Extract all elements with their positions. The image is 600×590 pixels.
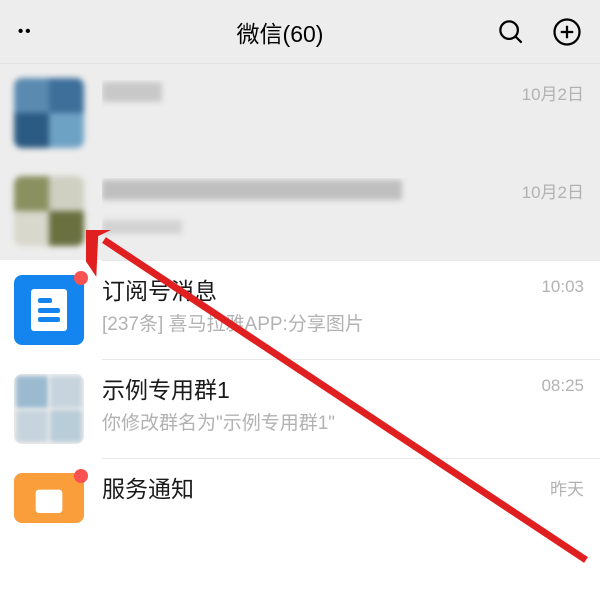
avatar: [14, 473, 84, 523]
unread-badge: [74, 271, 88, 285]
chat-name: 订阅号消息: [102, 277, 531, 307]
chat-time: 昨天: [550, 475, 584, 500]
chat-name: 服务通知: [102, 475, 540, 505]
chat-item[interactable]: 示例专用群1 08:25 你修改群名为"示例专用群1": [0, 360, 600, 458]
chat-name: [102, 80, 512, 110]
dots-icon[interactable]: ••: [18, 23, 33, 40]
chat-preview: [102, 214, 584, 242]
header-actions: [492, 17, 582, 47]
chat-list: 10月2日 10月2日 订阅号消息 10:03 [237: [0, 64, 600, 523]
avatar: [14, 176, 84, 246]
chat-content: 订阅号消息 10:03 [237条] 喜马拉雅APP:分享图片: [102, 275, 584, 338]
chat-time: 10月2日: [522, 80, 584, 105]
chat-content: 10月2日: [102, 176, 584, 242]
avatar: [14, 374, 84, 444]
header-bar: •• 微信(60): [0, 0, 600, 64]
chat-item[interactable]: 服务通知 昨天: [0, 459, 600, 523]
chat-content: 示例专用群1 08:25 你修改群名为"示例专用群1": [102, 374, 584, 437]
avatar: [14, 78, 84, 148]
chat-name: 示例专用群1: [102, 376, 531, 406]
chat-time: 08:25: [541, 376, 584, 396]
app-title: 微信(60): [68, 15, 492, 49]
avatar: [14, 275, 84, 345]
chat-item[interactable]: 订阅号消息 10:03 [237条] 喜马拉雅APP:分享图片: [0, 261, 600, 359]
chat-time: 10:03: [541, 277, 584, 297]
chat-name: [102, 178, 512, 208]
chat-item[interactable]: 10月2日: [0, 162, 600, 260]
chat-time: 10月2日: [522, 178, 584, 203]
chat-item[interactable]: 10月2日: [0, 64, 600, 162]
header-left: ••: [18, 23, 68, 40]
search-icon[interactable]: [496, 17, 526, 47]
chat-content: 10月2日: [102, 78, 584, 116]
chat-content: 服务通知 昨天: [102, 473, 584, 511]
chat-preview: [237条] 喜马拉雅APP:分享图片: [102, 313, 584, 338]
chat-preview: 你修改群名为"示例专用群1": [102, 412, 584, 437]
plus-circle-icon[interactable]: [552, 17, 582, 47]
unread-badge: [74, 469, 88, 483]
